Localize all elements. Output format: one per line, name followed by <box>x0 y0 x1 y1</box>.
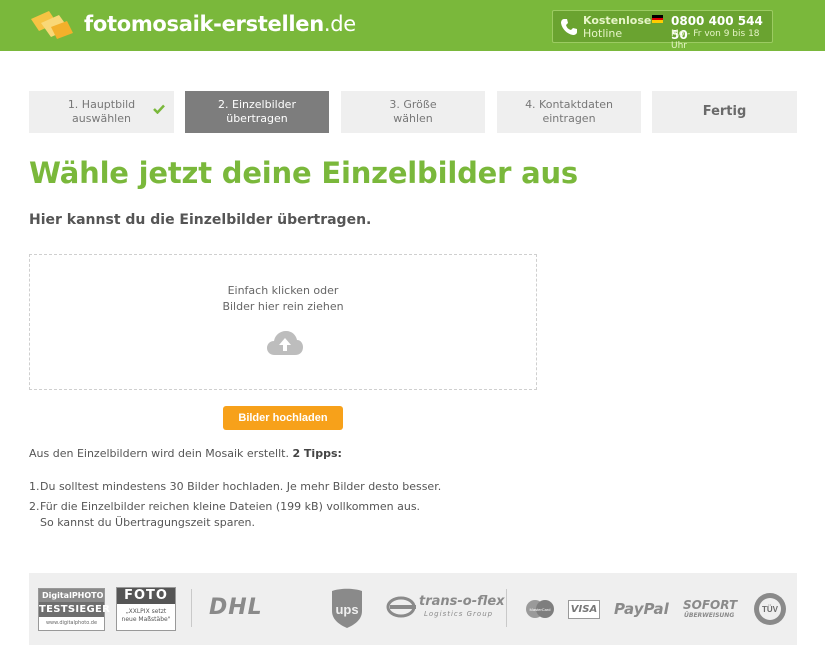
hotline-hours: Mo - Fr von 9 bis 18 Uhr <box>671 29 760 51</box>
hotline-label: Hotline <box>583 27 623 40</box>
transoflex-subtitle: Logistics Group <box>424 610 494 618</box>
header: fotomosaik-erstellen.de Kostenlose Hotli… <box>0 0 825 51</box>
tips-list: 1. Du solltest mindestens 30 Bilder hochl… <box>29 479 441 531</box>
phone-icon <box>561 19 577 35</box>
page-subtitle: Hier kannst du die Einzelbilder übertrag… <box>29 212 372 228</box>
divider <box>191 589 192 627</box>
tip-item: 1. Du solltest mindestens 30 Bilder hochl… <box>29 479 441 495</box>
dropzone-hint-line1: Einfach klicken oder <box>227 284 339 297</box>
dropzone-hint-line2: Bilder hier rein ziehen <box>222 300 344 313</box>
step-label-line2: auswählen <box>72 112 131 125</box>
step-4-contact[interactable]: 4. Kontaktdaten eintragen <box>497 91 641 133</box>
page-title: Wähle jetzt deine Einzelbilder aus <box>29 156 578 190</box>
mastercard-label: MasterCard <box>530 607 551 612</box>
tip-text-line2: So kannst du Übertragungszeit sparen. <box>40 516 255 529</box>
step-label-line1: 2. Einzelbilder <box>218 98 296 111</box>
step-label-line1: Fertig <box>702 104 747 119</box>
brand-main: fotomosaik-erstellen <box>84 12 324 36</box>
tip-item: 2. Für die Einzelbilder reichen kleine Da… <box>29 499 441 531</box>
visa-label: VISA <box>570 604 598 615</box>
step-2-single-images[interactable]: 2. Einzelbilder übertragen <box>185 91 329 133</box>
transoflex-logo: trans-o-flex <box>419 594 505 609</box>
info-text: Aus den Einzelbildern wird dein Mosaik e… <box>29 447 342 461</box>
paypal-logo: PayPal <box>614 600 669 618</box>
cloud-upload-icon <box>267 331 303 355</box>
logo-icon[interactable] <box>29 9 75 41</box>
step-label-line1: 1. Hauptbild <box>67 98 136 111</box>
step-5-done[interactable]: Fertig <box>652 91 797 133</box>
tuv-seal-icon: TÜV <box>754 593 786 625</box>
hotline-label-free: Kostenlose <box>583 14 652 27</box>
tip-text: Du solltest mindestens 30 Bilder hochlad… <box>40 480 442 493</box>
step-label-line2: eintragen <box>542 112 596 125</box>
mastercard-icon: MasterCard <box>526 600 554 618</box>
badge-mid: TESTSIEGER <box>39 602 111 617</box>
brand-tld: .de <box>323 12 356 36</box>
step-label-line1: 4. Kontaktdaten <box>525 98 613 111</box>
foto-magazine-badge: FOTO „XXLPIX setzt neue Maßstäbe" <box>116 587 176 631</box>
info-text-bold: 2 Tipps: <box>292 447 342 460</box>
visa-card-icon: VISA <box>568 600 600 619</box>
sofort-subtitle: ÜBERWEISUNG <box>684 612 735 619</box>
badge-quote: „XXLPIX setzt neue Maßstäbe" <box>117 604 175 624</box>
info-text-main: Aus den Einzelbildern wird dein Mosaik e… <box>29 447 289 460</box>
tip-number: 1. <box>29 480 40 493</box>
german-flag-icon <box>652 15 663 23</box>
step-3-size[interactable]: 3. Größe wählen <box>341 91 485 133</box>
svg-text:ups: ups <box>335 602 358 617</box>
badge-top: FOTO <box>117 588 175 604</box>
badge-top: DigitalPHOTO <box>39 589 104 602</box>
tip-text: Für die Einzelbilder reichen kleine Date… <box>40 500 421 513</box>
badge-url: www.digitalphoto.de <box>45 620 98 626</box>
badge-quote-line2: neue Maßstäbe" <box>121 616 171 623</box>
checkmark-icon <box>153 104 165 114</box>
footer-trust-logos: DigitalPHOTO TESTSIEGER www.digitalphoto… <box>29 573 797 645</box>
badge-quote-line1: „XXLPIX setzt <box>125 608 167 615</box>
upload-images-button[interactable]: Bilder hochladen <box>223 406 343 430</box>
dhl-logo: DHL <box>209 595 263 620</box>
step-1-main-image[interactable]: 1. Hauptbild auswählen <box>29 91 174 133</box>
step-label-line1: 3. Größe <box>389 98 437 111</box>
upload-dropzone[interactable]: Einfach klicken oder Bilder hier rein zi… <box>29 254 537 390</box>
digitalphoto-testsieger-badge: DigitalPHOTO TESTSIEGER www.digitalphoto… <box>38 588 111 631</box>
transoflex-swoosh-icon <box>386 596 416 618</box>
hotline-box[interactable]: Kostenlose Hotline 0800 400 544 50 Mo - … <box>552 10 773 51</box>
brand-name[interactable]: fotomosaik-erstellen.de <box>84 10 356 38</box>
step-label-line2: übertragen <box>226 112 288 125</box>
ups-shield-icon: ups <box>332 588 362 628</box>
sofort-logo: SOFORT <box>683 598 738 612</box>
step-label-line2: wählen <box>393 112 433 125</box>
tuv-label: TÜV <box>762 605 779 614</box>
divider <box>506 589 507 627</box>
tip-number: 2. <box>29 500 40 513</box>
